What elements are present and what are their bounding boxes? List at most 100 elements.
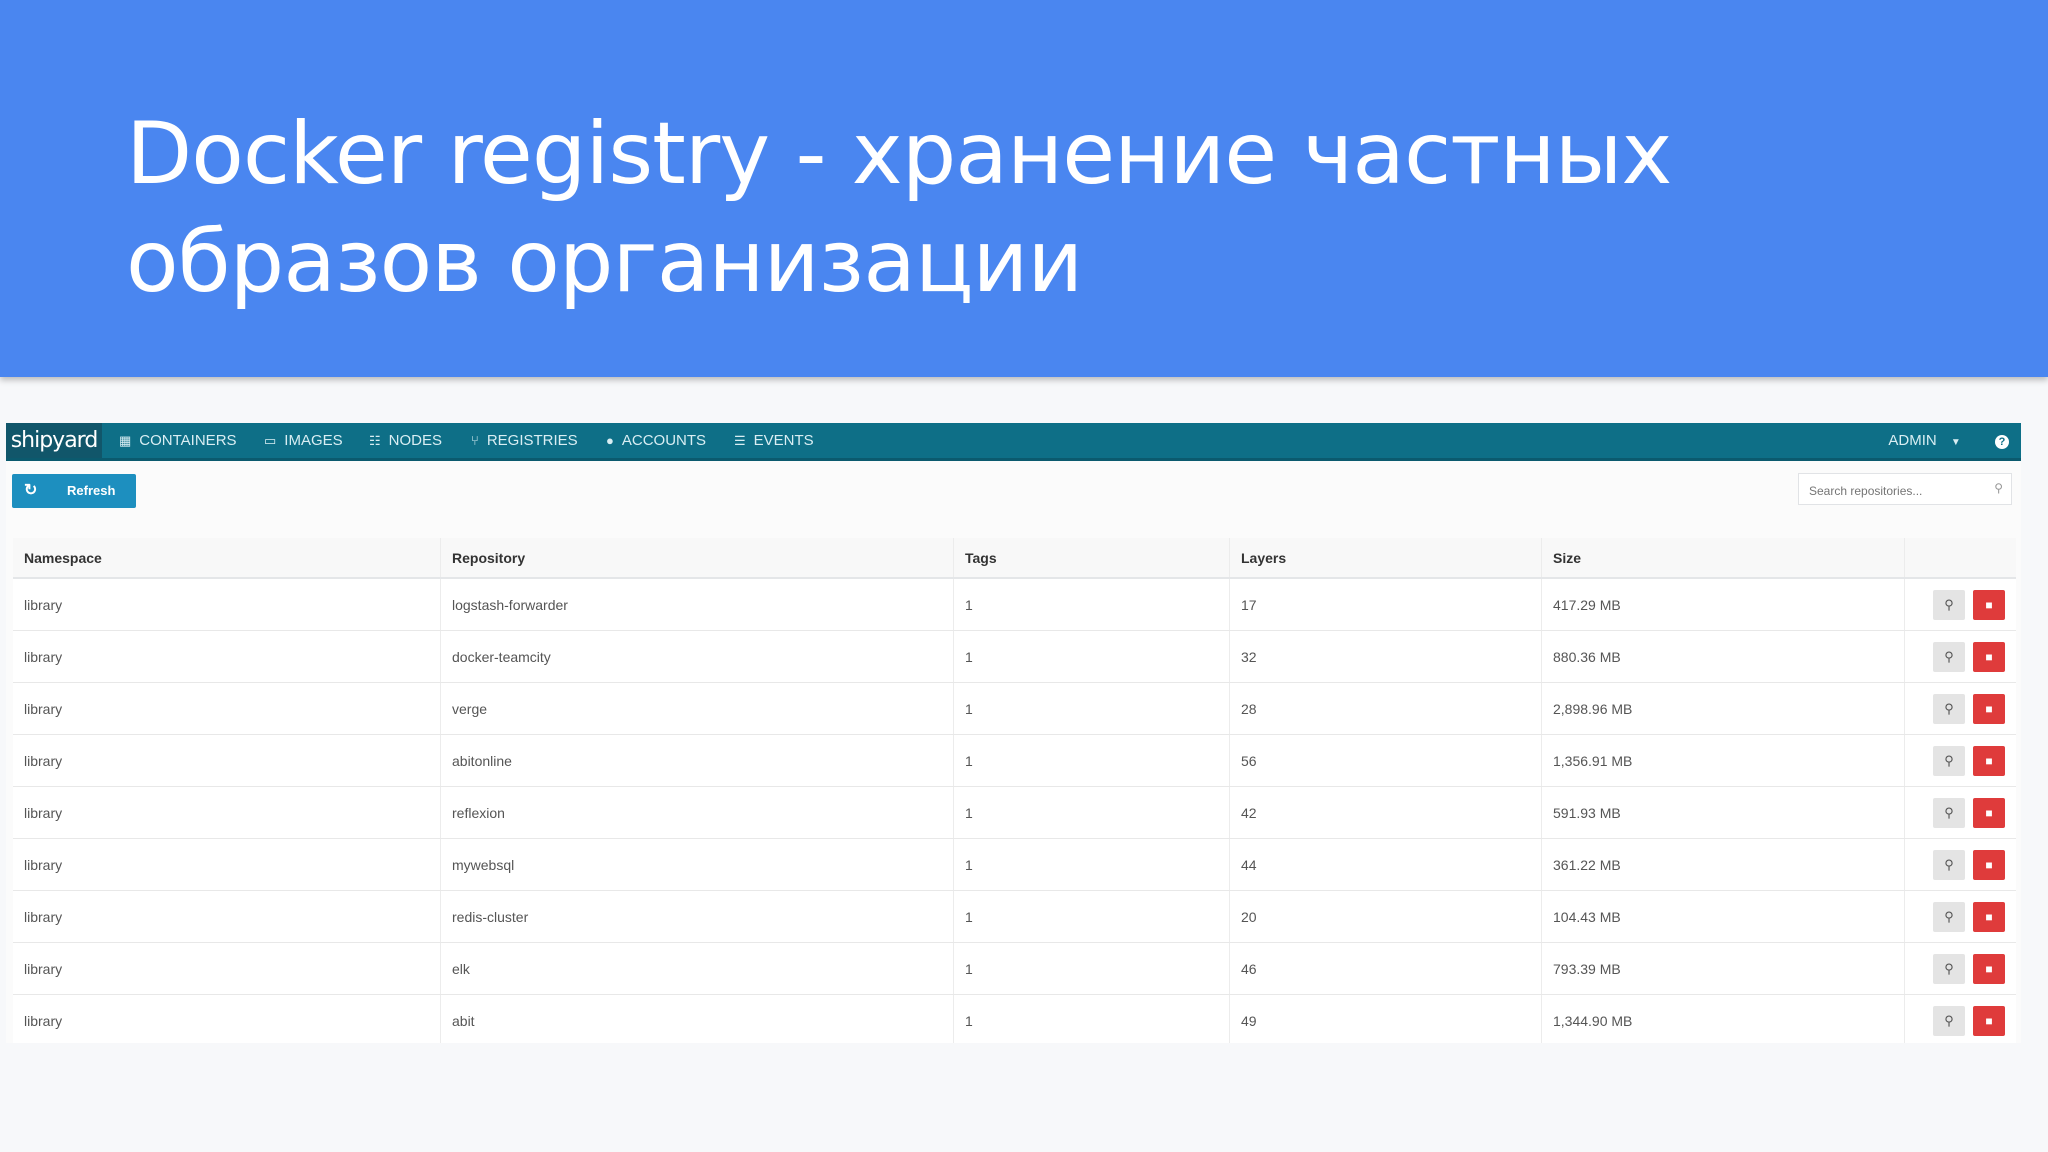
cell-namespace: library [13,838,441,891]
caret-down-icon: ▼ [1950,437,1961,448]
delete-button[interactable]: ■ [1973,641,2005,672]
nav-accounts[interactable]: ● ACCOUNTS [606,423,706,458]
delete-button[interactable]: ■ [1973,589,2005,620]
sitemap-icon: ☷ [369,433,381,448]
col-repository[interactable]: Repository [440,538,954,579]
table-row: library mywebsql 1 44 361.22 MB ⚲ ■ [13,838,2016,891]
trash-icon: ■ [1985,753,1993,768]
nav-events[interactable]: ☰ EVENTS [734,423,814,458]
magnifier-icon: ⚲ [1944,700,1954,716]
cell-tags: 1 [953,630,1230,683]
row-actions: ⚲ ■ [1904,994,2016,1043]
nav-nodes[interactable]: ☷ NODES [369,423,442,458]
cell-tags: 1 [953,786,1230,839]
inspect-button[interactable]: ⚲ [1933,745,1965,776]
delete-button[interactable]: ■ [1973,849,2005,880]
magnifier-icon: ⚲ [1944,804,1954,820]
user-icon: ● [606,433,614,448]
nav-registries-label: REGISTRIES [486,432,578,449]
refresh-button[interactable]: ↻ Refresh [12,474,136,508]
image-icon: ▭ [264,433,277,448]
nav-containers[interactable]: ▦ CONTAINERS [119,423,237,458]
table-row: library reflexion 1 42 591.93 MB ⚲ ■ [13,786,2016,839]
cell-repository: reflexion [440,786,954,839]
inspect-button[interactable]: ⚲ [1933,693,1965,724]
table-row: library logstash-forwarder 1 17 417.29 MB ⚲ ■ [13,578,2016,631]
slide-title: Docker registry - хранение частных образ… [126,100,1926,316]
row-actions: ⚲ ■ [1904,942,2016,995]
cell-size: 591.93 MB [1541,786,1905,839]
cell-namespace: library [13,734,441,787]
trash-icon: ■ [1985,805,1993,820]
magnifier-icon: ⚲ [1944,752,1954,768]
inspect-button[interactable]: ⚲ [1933,797,1965,828]
row-actions: ⚲ ■ [1904,786,2016,839]
refresh-icon: ↻ [24,482,38,499]
inspect-button[interactable]: ⚲ [1933,641,1965,672]
cell-repository: abit [440,994,954,1043]
trash-icon: ■ [1985,701,1993,716]
cell-size: 880.36 MB [1541,630,1905,683]
inspect-button[interactable]: ⚲ [1933,849,1965,880]
cell-tags: 1 [953,838,1230,891]
table-row: library abitonline 1 56 1,356.91 MB ⚲ ■ [13,734,2016,787]
col-size[interactable]: Size [1541,538,1905,579]
cell-namespace: library [13,682,441,735]
table-row: library redis-cluster 1 20 104.43 MB ⚲ ■ [13,890,2016,943]
magnifier-icon: ⚲ [1944,960,1954,976]
delete-button[interactable]: ■ [1973,1005,2005,1036]
table-row: library verge 1 28 2,898.96 MB ⚲ ■ [13,682,2016,735]
delete-button[interactable]: ■ [1973,693,2005,724]
magnifier-icon: ⚲ [1944,1012,1954,1028]
search-input[interactable] [1807,480,1981,502]
user-menu[interactable]: ADMIN ▼ ? [1888,423,2009,458]
cell-layers: 44 [1229,838,1542,891]
nav-accounts-label: ACCOUNTS [621,432,707,449]
row-actions: ⚲ ■ [1904,838,2016,891]
magnifier-icon: ⚲ [1944,648,1954,664]
row-actions: ⚲ ■ [1904,734,2016,787]
cell-namespace: library [13,630,441,683]
delete-button[interactable]: ■ [1973,901,2005,932]
cell-size: 793.39 MB [1541,942,1905,995]
search-icon[interactable]: ⚲ [1994,481,2003,495]
delete-button[interactable]: ■ [1973,797,2005,828]
trash-icon: ■ [1985,649,1993,664]
magnifier-icon: ⚲ [1944,908,1954,924]
cell-size: 1,344.90 MB [1541,994,1905,1043]
cell-namespace: library [13,942,441,995]
inspect-button[interactable]: ⚲ [1933,901,1965,932]
cell-namespace: library [13,994,441,1043]
nav-images[interactable]: ▭ IMAGES [264,423,343,458]
refresh-label: Refresh [67,483,116,498]
cell-size: 1,356.91 MB [1541,734,1905,787]
cell-tags: 1 [953,890,1230,943]
inspect-button[interactable]: ⚲ [1933,953,1965,984]
col-layers[interactable]: Layers [1229,538,1542,579]
cell-repository: elk [440,942,954,995]
nav-containers-label: CONTAINERS [139,432,237,449]
table-row: library elk 1 46 793.39 MB ⚲ ■ [13,942,2016,995]
row-actions: ⚲ ■ [1904,630,2016,683]
slide-header: Docker registry - хранение частных образ… [0,0,2048,377]
shipyard-logo[interactable]: shipyard [6,423,102,458]
trash-icon: ■ [1985,857,1993,872]
magnifier-icon: ⚲ [1944,596,1954,612]
col-tags[interactable]: Tags [953,538,1230,579]
cell-layers: 20 [1229,890,1542,943]
inspect-button[interactable]: ⚲ [1933,1005,1965,1036]
cell-layers: 46 [1229,942,1542,995]
cell-size: 417.29 MB [1541,578,1905,631]
table-row: library abit 1 49 1,344.90 MB ⚲ ■ [13,994,2016,1043]
delete-button[interactable]: ■ [1973,953,2005,984]
shipyard-app: shipyard ▦ CONTAINERS ▭ IMAGES ☷ NODES ⑂ REG… [6,423,2021,1043]
cell-layers: 32 [1229,630,1542,683]
col-namespace[interactable]: Namespace [13,538,441,579]
top-navbar: shipyard ▦ CONTAINERS ▭ IMAGES ☷ NODES ⑂ REG… [6,423,2021,461]
repositories-table: Namespace Repository Tags Layers Size li… [13,538,2016,1043]
inspect-button[interactable]: ⚲ [1933,589,1965,620]
delete-button[interactable]: ■ [1973,745,2005,776]
nav-registries[interactable]: ⑂ REGISTRIES [471,423,578,458]
help-icon[interactable]: ? [1995,435,2009,449]
cell-layers: 49 [1229,994,1542,1043]
